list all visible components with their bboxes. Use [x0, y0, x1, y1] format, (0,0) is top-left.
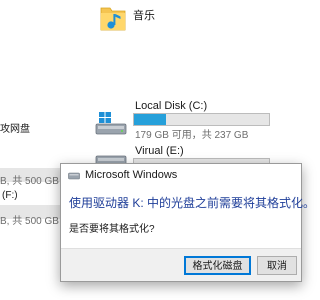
left-drive-2-size: B, 共 500 GB — [0, 216, 59, 227]
left-drive-1-size: B, 共 500 GB — [0, 176, 59, 187]
windows-drive-icon — [95, 112, 127, 135]
left-drive-2-name: (F:) — [2, 190, 18, 201]
drive-c-info: 179 GB 可用，共 237 GB — [135, 130, 249, 141]
music-folder-icon — [100, 7, 126, 31]
dialog-body: 使用驱动器 K: 中的光盘之前需要将其格式化。 是否要将其格式化? — [61, 186, 315, 248]
cancel-button[interactable]: 取消 — [257, 256, 297, 275]
dialog-message: 使用驱动器 K: 中的光盘之前需要将其格式化。 — [69, 196, 316, 210]
network-drive-label: 攻网盘 — [0, 124, 30, 135]
dialog-titlebar[interactable]: Microsoft Windows — [61, 164, 301, 186]
dialog-title: Microsoft Windows — [85, 169, 178, 181]
format-disk-button[interactable]: 格式化磁盘 — [184, 256, 251, 275]
drive-c-usage-fill — [134, 114, 167, 125]
drive-c-name: Local Disk (C:) — [135, 100, 208, 112]
drive-c-usage-bar — [133, 113, 270, 126]
music-folder-label: 音乐 — [133, 10, 155, 22]
drive-e-name: Virual (E:) — [135, 145, 184, 157]
dialog-footer: 格式化磁盘 取消 — [61, 248, 301, 281]
dialog-question: 是否要将其格式化? — [69, 224, 155, 235]
format-disk-dialog: Microsoft Windows 使用驱动器 K: 中的光盘之前需要将其格式化… — [60, 163, 315, 282]
drive-icon — [68, 172, 80, 180]
